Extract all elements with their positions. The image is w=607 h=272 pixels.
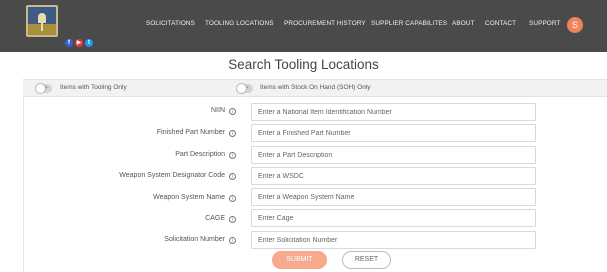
niin-input[interactable] — [251, 103, 536, 121]
nav-support[interactable]: SUPPORT — [529, 20, 560, 32]
twitter-icon[interactable]: t — [85, 39, 93, 47]
tooling-only-label: Items with Tooling Only — [60, 84, 127, 91]
solicitation-number-input[interactable] — [251, 231, 536, 249]
nav-procurement-history[interactable]: PROCUREMENT HISTORY — [284, 20, 366, 32]
nav-tooling-locations[interactable]: TOOLING LOCATIONS — [205, 20, 274, 32]
nav-about[interactable]: ABOUT — [452, 20, 475, 32]
user-avatar[interactable]: S — [567, 17, 583, 33]
finished-part-number-label: Finished Part Number — [156, 129, 225, 136]
filter-toggle-bar: × Items with Tooling Only × Items with S… — [23, 79, 607, 97]
weapon-system-name-input[interactable] — [251, 188, 536, 206]
solicitation-number-info-icon[interactable]: i — [229, 237, 236, 244]
finished-part-number-input[interactable] — [251, 124, 536, 142]
youtube-icon[interactable]: ▶ — [75, 39, 83, 47]
soh-only-label: Items with Stock On Hand (SOH) Only — [260, 84, 371, 91]
weapon-system-name-info-icon[interactable]: i — [229, 195, 236, 202]
part-description-label: Part Description — [175, 151, 225, 158]
site-logo[interactable] — [26, 5, 58, 37]
part-description-input[interactable] — [251, 146, 536, 164]
wsdc-info-icon[interactable]: i — [229, 173, 236, 180]
cage-input[interactable] — [251, 209, 536, 227]
tooling-only-toggle[interactable]: × — [35, 83, 52, 94]
reset-button[interactable]: RESET — [342, 251, 391, 269]
soh-only-toggle[interactable]: × — [236, 83, 253, 94]
finished-part-number-info-icon[interactable]: i — [229, 130, 236, 137]
top-nav-bar: f ▶ t SOLICITATIONS TOOLING LOCATIONS PR… — [0, 0, 607, 52]
wsdc-input[interactable] — [251, 167, 536, 185]
cage-label: CAGE — [205, 215, 225, 222]
cage-info-icon[interactable]: i — [229, 216, 236, 223]
niin-label: NIIN — [211, 107, 225, 114]
solicitation-number-label: Solicitation Number — [164, 236, 225, 243]
nav-contact[interactable]: CONTACT — [485, 20, 516, 32]
niin-info-icon[interactable]: i — [229, 108, 236, 115]
nav-solicitations[interactable]: SOLICITATIONS — [146, 20, 195, 32]
submit-button[interactable]: SUBMIT — [272, 251, 327, 269]
page-title: Search Tooling Locations — [228, 57, 379, 72]
facebook-icon[interactable]: f — [65, 39, 73, 47]
wsdc-label: Weapon System Designator Code — [119, 172, 225, 179]
part-description-info-icon[interactable]: i — [229, 152, 236, 159]
nav-supplier-capabilities[interactable]: SUPPLIER CAPABILITES — [371, 20, 447, 32]
weapon-system-name-label: Weapon System Name — [153, 194, 225, 201]
